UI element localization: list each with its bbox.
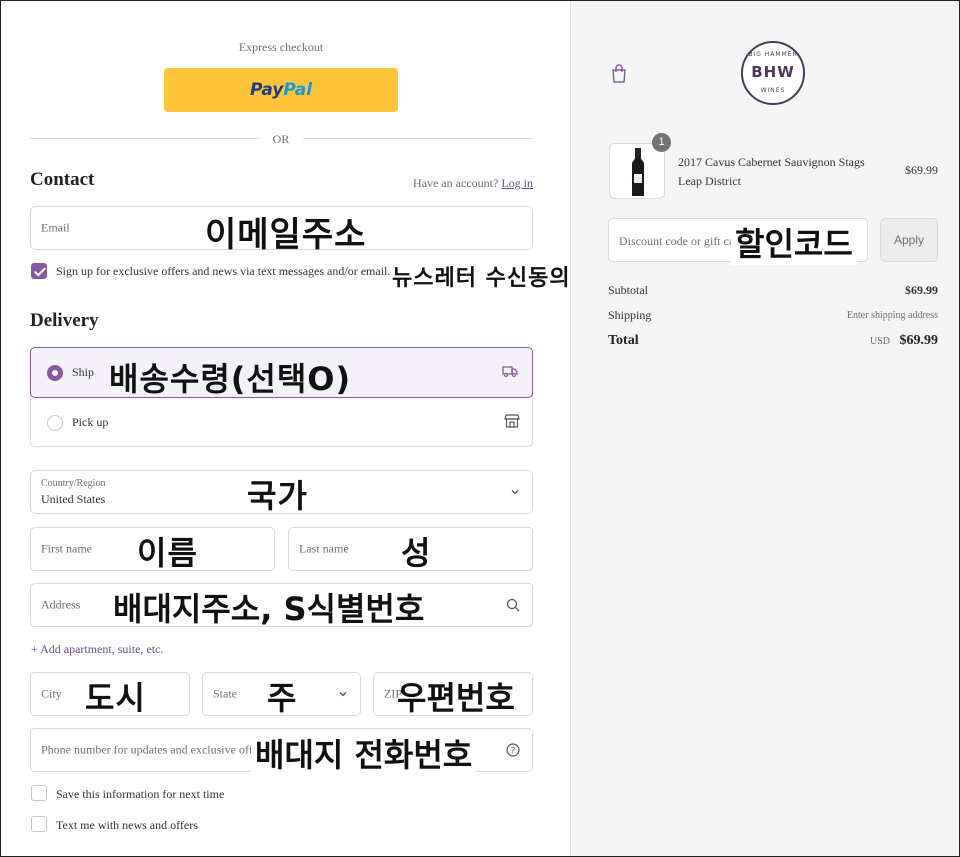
phone-placeholder: Phone number for updates and exclusive o… [41,742,267,757]
address-annotation: 배대지주소, S식별번호 [113,590,425,628]
contact-heading: Contact [30,169,95,190]
add-apartment-label: Add apartment, suite, etc. [40,642,164,656]
plus-icon: + [31,642,41,656]
paypal-logo-part2: Pal [283,80,313,100]
express-checkout-label: Express checkout [238,40,324,54]
discount-placeholder: Discount code or gift card [619,234,745,248]
city-placeholder: City [41,686,62,701]
shipping-row: Shipping Enter shipping address [608,308,938,323]
chevron-down-icon [339,692,347,697]
search-icon [506,598,520,612]
product-thumbnail [609,143,665,199]
paypal-logo-part1: Pay [249,80,284,100]
product-name: 2017 Cavus Cabernet Sauvignon Stags Leap… [678,155,865,188]
email-placeholder: Email [41,220,70,235]
total-label: Total [608,333,639,348]
delivery-option-pickup[interactable]: Pick up [31,398,534,448]
state-placeholder: State [213,686,237,701]
svg-text:?: ? [511,747,516,757]
address-placeholder: Address [41,597,81,612]
last-name-placeholder: Last name [299,541,349,556]
ship-radio[interactable] [47,365,63,381]
quantity-badge: 1 [652,133,671,152]
ship-annotation: 배송수령(선택O) [109,360,352,398]
country-value: United States [41,492,106,506]
help-icon[interactable]: ? [506,743,520,757]
chevron-down-icon [511,490,519,495]
pickup-radio[interactable] [47,415,63,431]
logo-main-text: BHW [751,63,795,81]
shopping-bag-icon[interactable] [611,64,627,84]
add-apartment-link[interactable]: + Add apartment, suite, etc. [31,642,163,657]
currency-code: USD [869,336,890,347]
product-price: $69.99 [905,163,938,177]
have-account-label: Have an account? [413,176,499,190]
country-label: Country/Region [41,478,106,489]
apply-button[interactable]: Apply [880,218,938,262]
city-annotation: 도시 [85,679,146,717]
phone-annotation: 배대지 전화번호 [251,730,477,776]
save-info-label: Save this information for next time [56,787,225,801]
shipping-label: Shipping [608,308,652,322]
store-logo[interactable]: BIG HAMMER BHW WINES [741,41,805,105]
state-annotation: 주 [267,679,298,717]
ship-label: Ship [72,365,95,379]
subtotal-label: Subtotal [608,283,649,297]
total-row: Total USD $69.99 [608,333,938,349]
or-separator: OR [272,132,290,146]
subtotal-row: Subtotal $69.99 [608,283,938,298]
have-account-text: Have an account? Log in [413,176,533,191]
logo-bottom-text: WINES [760,87,786,94]
first-name-placeholder: First name [41,541,92,556]
checkout-page: Express checkout Pay Pal OR Contact Have … [0,0,960,857]
total-value: $69.99 [899,333,939,348]
text-me-label: Text me with news and offers [56,818,198,832]
text-me-checkbox[interactable] [31,816,47,832]
zip-annotation: 우편번호 [397,679,515,717]
save-info-checkbox[interactable] [31,785,47,801]
shipping-value: Enter shipping address [846,310,938,321]
order-summary: BIG HAMMER BHW WINES 1 2017 Cavus Cabern… [570,1,959,856]
paypal-button[interactable]: Pay Pal [164,68,398,112]
store-icon [504,414,520,428]
email-annotation: 이메일주소 [205,215,367,255]
signup-annotation: 뉴스레터 수신동의 [392,266,571,291]
checkout-form: Express checkout Pay Pal OR Contact Have … [1,1,571,856]
divider-right [303,138,533,139]
delivery-heading: Delivery [30,310,99,331]
divider-left [30,138,260,139]
wine-bottle-icon [632,148,644,196]
pickup-label: Pick up [72,415,109,429]
login-link[interactable]: Log in [501,176,533,190]
subtotal-value: $69.99 [905,283,938,297]
logo-top-text: BIG HAMMER [748,51,798,58]
truck-icon [502,366,518,378]
signup-checkbox[interactable] [31,263,47,279]
last-name-annotation: 성 [401,534,432,572]
country-annotation: 국가 [247,477,308,515]
signup-label: Sign up for exclusive offers and news vi… [56,264,391,278]
discount-annotation: 할인코드 [731,219,857,265]
first-name-annotation: 이름 [137,534,198,572]
